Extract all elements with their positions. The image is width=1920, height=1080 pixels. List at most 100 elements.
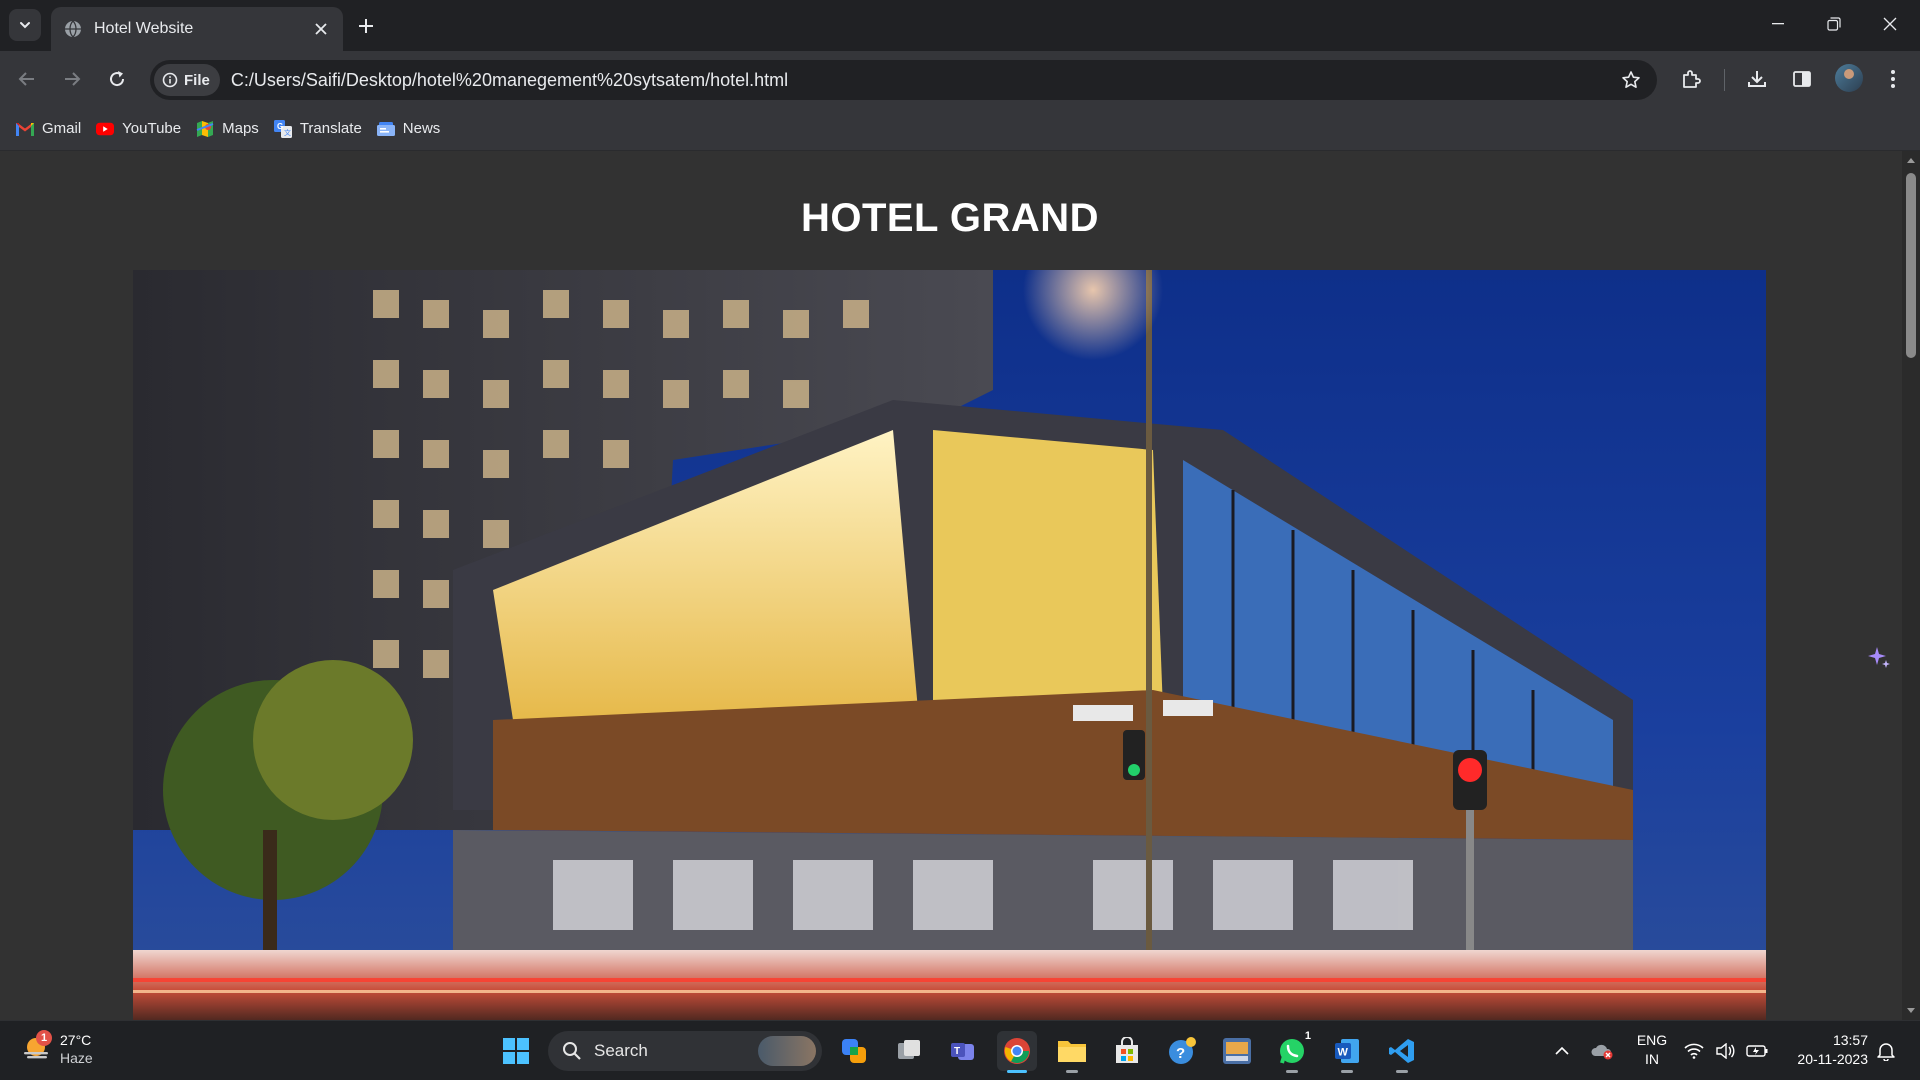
teams-icon: T [951,1043,974,1060]
scroll-down-arrow-icon[interactable] [1906,1006,1916,1016]
chevron-up-icon [1555,1046,1569,1055]
news-icon [376,120,395,138]
bookmark-news[interactable]: News [375,113,449,145]
tab-hotel-website[interactable]: Hotel Website [51,7,343,51]
teams-button[interactable]: T [943,1031,983,1071]
info-icon [162,72,178,88]
folder-icon [1058,1041,1086,1062]
weather-haze-icon: 1 [22,1030,52,1064]
bookmark-youtube[interactable]: YouTube [94,113,189,145]
scheme-label: File [184,71,210,89]
onedrive-status[interactable] [1590,1031,1614,1071]
help-icon: ? [1169,1037,1196,1064]
running-indicator [1396,1070,1408,1073]
search-highlight-image [758,1036,816,1066]
svg-text:G: G [277,122,283,131]
task-view-button[interactable] [889,1031,929,1071]
search-icon [563,1042,581,1060]
download-icon [1748,71,1766,87]
whatsapp-badge: 1 [1304,1030,1311,1042]
running-indicator [1066,1070,1078,1073]
gmail-icon [16,120,34,138]
more-vertical-icon [1891,70,1895,88]
running-indicator [1286,1070,1298,1073]
maps-icon [196,120,214,138]
chrome-button[interactable] [997,1031,1037,1073]
start-button[interactable] [496,1031,536,1071]
restore-icon [1827,17,1841,31]
bookmark-label: Gmail [42,120,82,137]
side-panel-button[interactable] [1784,61,1820,97]
taskbar-search[interactable]: Search [548,1031,822,1071]
back-button[interactable] [9,61,45,97]
store-button[interactable] [1107,1031,1147,1071]
svg-text:T: T [954,1046,960,1057]
close-window-button[interactable] [1862,0,1918,48]
bell-icon [1877,1043,1895,1061]
vscode-button[interactable] [1382,1031,1422,1073]
menu-button[interactable] [1875,61,1911,97]
system-clock[interactable]: 13:57 20-11-2023 [1782,1031,1868,1069]
profile-avatar[interactable] [1835,64,1863,92]
show-hidden-icons-button[interactable] [1550,1031,1574,1071]
tab-strip: Hotel Website [0,0,1920,51]
file-explorer-button[interactable] [1052,1031,1092,1073]
weather-temperature: 27°C [60,1032,92,1048]
typing-practice-button[interactable] [1217,1031,1257,1071]
bookmark-gmail[interactable]: Gmail [14,113,89,145]
hotel-photo [133,270,1766,1020]
bookmark-translate[interactable]: G文 Translate [272,113,370,145]
tab-title: Hotel Website [94,20,194,37]
url-text[interactable]: C:/Users/Saifi/Desktop/hotel%20manegemen… [231,70,788,91]
translate-icon: G文 [273,119,292,138]
bookmark-label: News [402,120,441,137]
reload-icon [110,71,125,87]
scroll-thumb[interactable] [1906,173,1916,358]
weather-badge: 1 [36,1030,52,1046]
active-indicator [1007,1070,1027,1073]
arrow-right-icon [65,72,81,86]
copilot-icon [842,1039,866,1063]
bookmark-label: Translate [299,120,362,137]
quick-settings[interactable] [1684,1031,1768,1071]
weather-description: Haze [60,1050,93,1066]
scroll-up-arrow-icon[interactable] [1906,155,1916,165]
browser-toolbar: File C:/Users/Saifi/Desktop/hotel%20mane… [0,51,1920,107]
bookmark-maps[interactable]: Maps [194,113,267,145]
help-app-button[interactable]: ? [1162,1031,1202,1071]
page-title: HOTEL GRAND [800,196,1100,240]
svg-text:W: W [1338,1047,1349,1059]
bookmark-star-icon[interactable] [1619,68,1643,92]
copilot-button[interactable] [834,1031,874,1071]
windows-icon [503,1038,529,1064]
extensions-button[interactable] [1673,61,1709,97]
wifi-icon [1684,1043,1704,1059]
word-button[interactable]: W [1327,1031,1367,1073]
plus-icon [359,19,373,33]
notifications-button[interactable] [1872,1031,1900,1071]
svg-text:文: 文 [284,128,291,137]
new-tab-button[interactable] [352,12,380,40]
forward-button[interactable] [54,61,90,97]
tab-search-button[interactable] [9,9,41,41]
minimize-button[interactable] [1750,0,1806,48]
puzzle-icon [1683,70,1701,88]
arrow-left-icon [18,72,34,86]
clock-time: 13:57 [1832,1032,1868,1048]
hero-image-hotel-building [133,270,1766,1020]
close-tab-icon[interactable] [311,19,331,39]
downloads-button[interactable] [1739,61,1775,97]
word-icon: W [1335,1039,1359,1063]
weather-widget[interactable]: 1 27°C Haze [22,1030,93,1067]
sparkle-icon[interactable] [1866,645,1892,671]
whatsapp-button[interactable]: 1 [1272,1030,1312,1073]
page-scrollbar[interactable] [1902,151,1920,1020]
address-bar[interactable]: File C:/Users/Saifi/Desktop/hotel%20mane… [150,60,1657,100]
site-info-chip[interactable]: File [154,64,220,96]
bookmarks-bar: Gmail YouTube Maps G文 Translate News [0,107,1920,151]
reload-button[interactable] [99,61,135,97]
search-label: Search [594,1041,648,1060]
input-language[interactable]: ENG IN [1630,1031,1674,1069]
svg-text:?: ? [1176,1045,1185,1062]
restore-button[interactable] [1806,0,1862,48]
